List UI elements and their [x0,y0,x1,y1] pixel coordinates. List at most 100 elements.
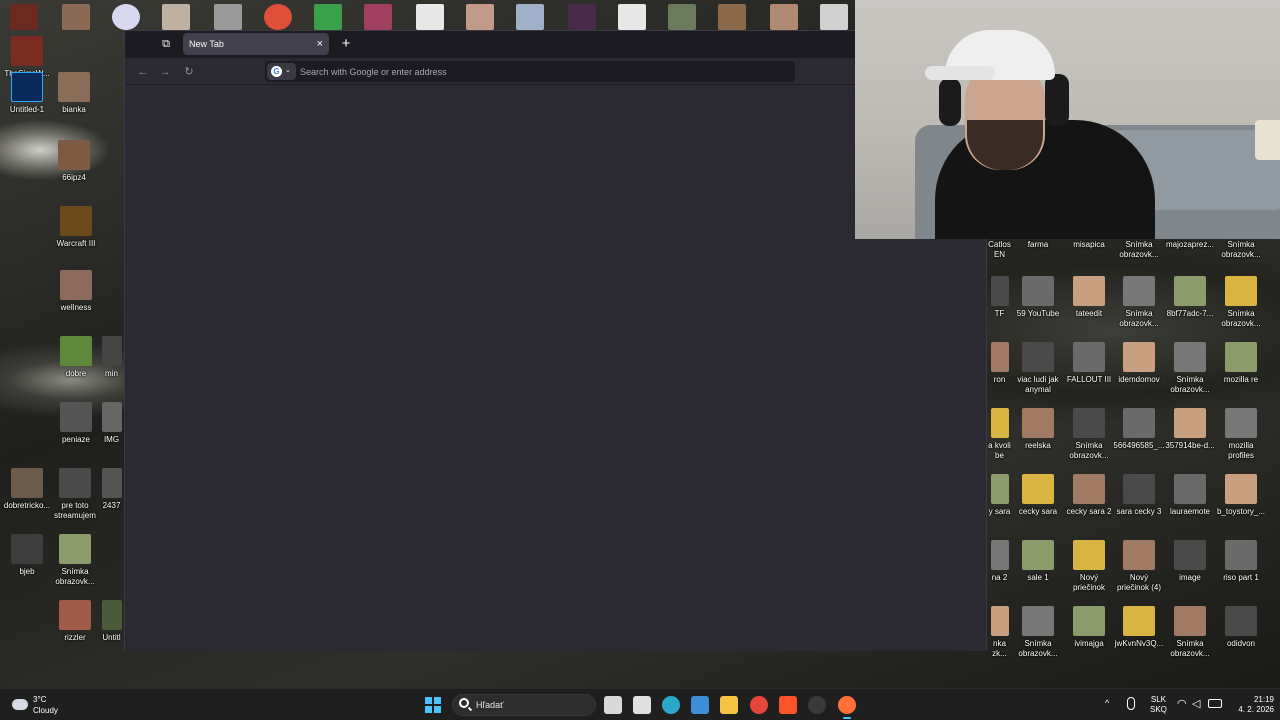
weather-widget[interactable]: 3°C Cloudy [12,694,92,716]
reload-button[interactable]: ↻ [181,64,197,80]
desktop-icon[interactable]: FALLOUT III [1063,342,1115,385]
desktop-icon[interactable]: 566496585_... [1113,408,1165,451]
desktop-icon[interactable] [10,4,38,30]
firefox-icon[interactable] [838,696,856,714]
file-explorer-icon[interactable] [720,696,738,714]
desktop-icon[interactable]: peniaze [50,402,102,445]
desktop-icon[interactable]: 2437 [99,468,124,511]
desktop-icon[interactable]: mozilla profiles [1215,408,1267,461]
desktop-icon[interactable]: sara cecky 3 [1113,474,1165,517]
desktop-icon[interactable]: nka zk... [987,606,1012,659]
photos-icon[interactable] [691,696,709,714]
tab-new-tab[interactable]: New Tab × [183,33,329,55]
desktop-icon[interactable]: Snímka obrazovk... [1164,342,1216,395]
desktop-icon[interactable]: Untitled-1 [1,72,53,115]
desktop-icon[interactable] [718,4,746,30]
desktop-icon[interactable]: 357914be-d... [1164,408,1216,451]
url-input[interactable] [300,61,780,82]
store-icon[interactable] [633,696,651,714]
obs-icon[interactable] [808,696,826,714]
desktop-icon[interactable]: Snímka obrazovk... [1164,606,1216,659]
desktop-icon[interactable] [516,4,544,30]
desktop-icon[interactable]: misapica [1063,240,1115,250]
desktop-icon[interactable]: mozilla re [1215,342,1267,385]
desktop-icon[interactable]: min [99,336,124,379]
desktop-icon[interactable]: dobre [50,336,102,379]
desktop-icon[interactable]: riso part 1 [1215,540,1267,583]
desktop-icon[interactable] [770,4,798,30]
desktop-icon[interactable]: farma [1012,240,1064,250]
desktop-icon[interactable]: pre toto streamujem [49,468,101,521]
desktop-icon[interactable]: cecky sara 2 [1063,474,1115,517]
new-tab-button[interactable]: + [338,34,354,54]
edge-icon[interactable] [662,696,680,714]
desktop-icon[interactable]: Snímka obrazovk... [1113,240,1165,260]
desktop-icon[interactable] [466,4,494,30]
desktop-icon[interactable]: idemdomov [1113,342,1165,385]
desktop-icon[interactable] [568,4,596,30]
taskbar-search[interactable]: Hľadať [452,694,596,716]
desktop-icon[interactable]: reelska [1012,408,1064,451]
desktop-icon[interactable]: Snímka obrazovk... [49,534,101,587]
desktop-icon[interactable]: bjeb [1,534,53,577]
desktop-icon[interactable]: Untitl [99,600,124,643]
desktop-icon[interactable]: TF [987,276,1012,319]
tab-list-button[interactable]: ⧉ [157,36,175,52]
desktop-icon[interactable]: wellness [50,270,102,313]
desktop-icon[interactable]: Catlos EN [987,240,1012,260]
desktop-icon[interactable] [62,4,90,30]
clock[interactable]: 21:19 4. 2. 2026 [1224,695,1274,715]
desktop-icon[interactable] [162,4,190,30]
desktop-icon[interactable]: jwKvnNv3Q... [1113,606,1165,649]
desktop-icon[interactable] [668,4,696,30]
desktop-icon[interactable]: 59 YouTube [1012,276,1064,319]
wifi-icon[interactable]: ◠ [1177,697,1187,710]
desktop-icon[interactable]: a kvoli be [987,408,1012,461]
desktop-icon[interactable] [618,4,646,30]
desktop-icon[interactable]: Nový priečinok (4) [1113,540,1165,593]
desktop-icon[interactable]: Nový priečinok [1063,540,1115,593]
desktop-icon[interactable]: 8bf77adc-7... [1164,276,1216,319]
desktop-icon[interactable]: Warcraft III [50,206,102,249]
desktop-icon[interactable]: sale 1 [1012,540,1064,583]
address-bar[interactable]: G ⌄ [265,61,795,82]
desktop-icon[interactable]: viac ludi jak anymal [1012,342,1064,395]
desktop-icon[interactable] [214,4,242,30]
brave-icon[interactable] [779,696,797,714]
language-indicator[interactable]: SLK SKQ [1150,695,1167,715]
desktop-icon[interactable]: 66ipz4 [48,140,100,183]
microphone-icon[interactable] [1127,697,1135,710]
search-engine-button[interactable]: G ⌄ [267,63,296,80]
desktop-icon[interactable] [264,4,292,30]
desktop-icon[interactable]: na 2 [987,540,1012,583]
desktop-icon[interactable]: Snímka obrazovk... [1215,240,1267,260]
desktop-icon[interactable]: b_toystory_... [1215,474,1267,517]
chevron-up-icon[interactable]: ^ [1105,698,1109,708]
forward-button[interactable]: → [157,64,173,80]
desktop-icon[interactable]: Snímka obrazovk... [1063,408,1115,461]
volume-icon[interactable]: ◁ [1192,697,1200,710]
desktop-icon[interactable]: image [1164,540,1216,583]
desktop-icon[interactable]: cecky sara [1012,474,1064,517]
desktop-icon[interactable]: lauraemote [1164,474,1216,517]
battery-icon[interactable] [1208,699,1222,708]
desktop-icon[interactable] [416,4,444,30]
desktop-icon[interactable]: Snímka obrazovk... [1012,606,1064,659]
chrome-icon[interactable] [750,696,768,714]
desktop-icon[interactable]: majozaprez... [1164,240,1216,250]
desktop-icon[interactable]: ivimajga [1063,606,1115,649]
desktop-icon[interactable]: ron [987,342,1012,385]
desktop-icon[interactable]: tateedit [1063,276,1115,319]
back-button[interactable]: ← [135,64,151,80]
desktop-icon[interactable] [112,4,140,30]
desktop-icon[interactable]: IMG [99,402,124,445]
desktop-icon[interactable]: Snímka obrazovk... [1113,276,1165,329]
desktop-icon[interactable] [314,4,342,30]
desktop-icon[interactable]: dobretricko... [1,468,53,511]
desktop-icon[interactable]: Snímka obrazovk... [1215,276,1267,329]
desktop-icon[interactable] [820,4,848,30]
desktop-icon[interactable]: bianka [48,72,100,115]
desktop-icon[interactable]: rizzler [49,600,101,643]
task-view-icon[interactable] [604,696,622,714]
desktop-icon[interactable]: y sara [987,474,1012,517]
